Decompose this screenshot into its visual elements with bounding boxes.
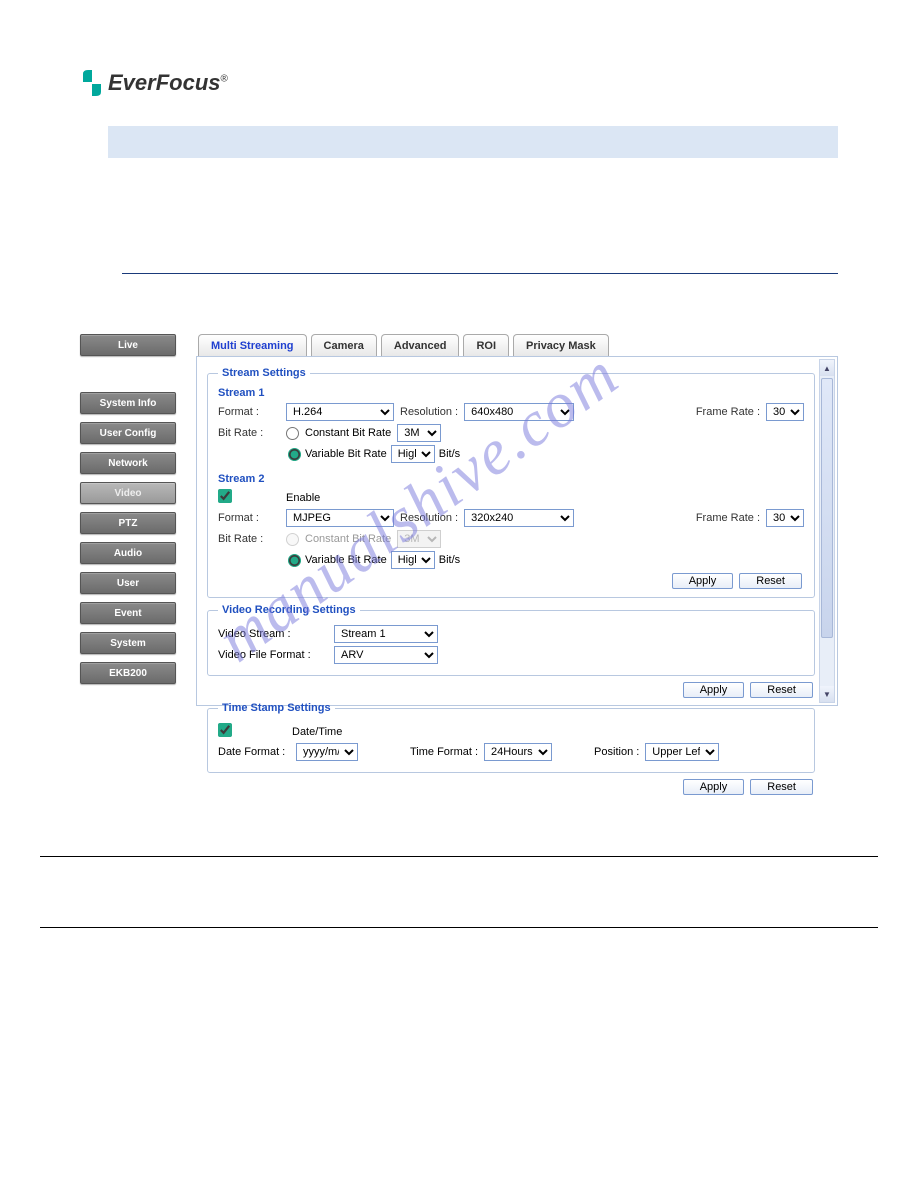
vr-reset-button[interactable]: Reset — [750, 682, 813, 698]
ts-time-format-label: Time Format : — [410, 746, 478, 758]
s1-cbr-select[interactable]: 3M — [397, 424, 441, 442]
stream-settings-legend: Stream Settings — [218, 367, 310, 379]
sidebar: Live System Info User Config Network Video PT… — [80, 334, 176, 706]
header-bar — [108, 126, 838, 158]
s2-enable-checkbox[interactable] — [218, 489, 232, 503]
s1-vbr-select[interactable]: High — [391, 445, 435, 463]
timestamp-legend: Time Stamp Settings — [218, 702, 335, 714]
sidebar-item-network[interactable]: Network — [80, 452, 176, 474]
logo-text: EverFocus® — [108, 70, 228, 96]
stream1-heading: Stream 1 — [218, 387, 804, 399]
sidebar-item-live[interactable]: Live — [80, 334, 176, 356]
sidebar-item-user[interactable]: User — [80, 572, 176, 594]
logo: EverFocus® — [80, 70, 838, 96]
s2-cbr-select: 3M — [397, 530, 441, 548]
ts-reset-button[interactable]: Reset — [750, 779, 813, 795]
tab-advanced[interactable]: Advanced — [381, 334, 460, 356]
s2-vbr-radio[interactable] — [288, 554, 301, 567]
vr-apply-button[interactable]: Apply — [683, 682, 745, 698]
scrollbar[interactable]: ▲ ▼ — [819, 359, 835, 703]
s1-resolution-label: Resolution : — [400, 406, 458, 418]
s1-format-select[interactable]: H.264 — [286, 403, 394, 421]
sidebar-item-ptz[interactable]: PTZ — [80, 512, 176, 534]
logo-icon — [80, 70, 104, 96]
s1-cbr-radio[interactable] — [286, 427, 299, 440]
vr-format-label: Video File Format : — [218, 649, 328, 661]
stream-reset-button[interactable]: Reset — [739, 573, 802, 589]
main-panel: Multi StreamingCameraAdvancedROIPrivacy … — [196, 334, 838, 706]
ts-enable-checkbox[interactable] — [218, 723, 232, 737]
ts-position-label: Position : — [594, 746, 639, 758]
s2-cbr-radio — [286, 533, 299, 546]
ts-position-select[interactable]: Upper Left — [645, 743, 719, 761]
s1-cbr-label: Constant Bit Rate — [305, 427, 391, 439]
vr-format-select[interactable]: ARV — [334, 646, 438, 664]
stream-settings-fieldset: Stream Settings Stream 1 Format : H.264 … — [207, 367, 815, 598]
tab-camera[interactable]: Camera — [311, 334, 377, 356]
s1-bitrate-label: Bit Rate : — [218, 427, 280, 439]
scroll-thumb[interactable] — [821, 378, 833, 638]
sidebar-item-event[interactable]: Event — [80, 602, 176, 624]
tab-roi[interactable]: ROI — [463, 334, 509, 356]
ts-date-format-select[interactable]: yyyy/m/d — [296, 743, 358, 761]
stream-apply-button[interactable]: Apply — [672, 573, 734, 589]
sidebar-item-system[interactable]: System — [80, 632, 176, 654]
settings-panel: ▲ ▼ Stream Settings Stream 1 Format : H.… — [196, 356, 838, 706]
video-recording-legend: Video Recording Settings — [218, 604, 360, 616]
s1-framerate-label: Frame Rate : — [696, 406, 760, 418]
s1-format-label: Format : — [218, 406, 280, 418]
s1-vbr-label: Variable Bit Rate — [305, 448, 387, 460]
s2-framerate-label: Frame Rate : — [696, 512, 760, 524]
s2-resolution-select[interactable]: 320x240 — [464, 509, 574, 527]
s1-vbr-radio[interactable] — [288, 448, 301, 461]
s2-resolution-label: Resolution : — [400, 512, 458, 524]
sidebar-item-system-info[interactable]: System Info — [80, 392, 176, 414]
vr-stream-label: Video Stream : — [218, 628, 328, 640]
footer-rule-1 — [40, 856, 878, 857]
s2-enable-label: Enable — [286, 492, 320, 504]
sidebar-item-video[interactable]: Video — [80, 482, 176, 504]
s2-bitrate-label: Bit Rate : — [218, 533, 280, 545]
s2-vbr-select[interactable]: High — [391, 551, 435, 569]
timestamp-fieldset: Time Stamp Settings Date/Time Date Forma… — [207, 702, 815, 773]
ts-date-format-label: Date Format : — [218, 746, 290, 758]
s1-resolution-select[interactable]: 640x480 — [464, 403, 574, 421]
s1-vbr-suffix: Bit/s — [439, 448, 460, 460]
video-recording-fieldset: Video Recording Settings Video Stream : … — [207, 604, 815, 676]
scroll-up-icon[interactable]: ▲ — [820, 360, 834, 376]
s2-framerate-select[interactable]: 30 — [766, 509, 804, 527]
s2-cbr-label: Constant Bit Rate — [305, 533, 391, 545]
s2-vbr-label: Variable Bit Rate — [305, 554, 387, 566]
scroll-down-icon[interactable]: ▼ — [820, 686, 834, 702]
tabs: Multi StreamingCameraAdvancedROIPrivacy … — [198, 334, 838, 356]
sidebar-item-user-config[interactable]: User Config — [80, 422, 176, 444]
tab-privacy-mask[interactable]: Privacy Mask — [513, 334, 609, 356]
ts-apply-button[interactable]: Apply — [683, 779, 745, 795]
ts-enable-label: Date/Time — [292, 726, 342, 738]
ts-time-format-select[interactable]: 24Hours — [484, 743, 552, 761]
s1-framerate-select[interactable]: 30 — [766, 403, 804, 421]
sidebar-item-audio[interactable]: Audio — [80, 542, 176, 564]
stream2-heading: Stream 2 — [218, 473, 804, 485]
s2-vbr-suffix: Bit/s — [439, 554, 460, 566]
sidebar-item-ekb200[interactable]: EKB200 — [80, 662, 176, 684]
section-rule — [122, 273, 838, 274]
s2-format-select[interactable]: MJPEG — [286, 509, 394, 527]
s2-format-label: Format : — [218, 512, 280, 524]
footer-rule-2 — [40, 927, 878, 928]
tab-multi-streaming[interactable]: Multi Streaming — [198, 334, 307, 356]
vr-stream-select[interactable]: Stream 1 — [334, 625, 438, 643]
